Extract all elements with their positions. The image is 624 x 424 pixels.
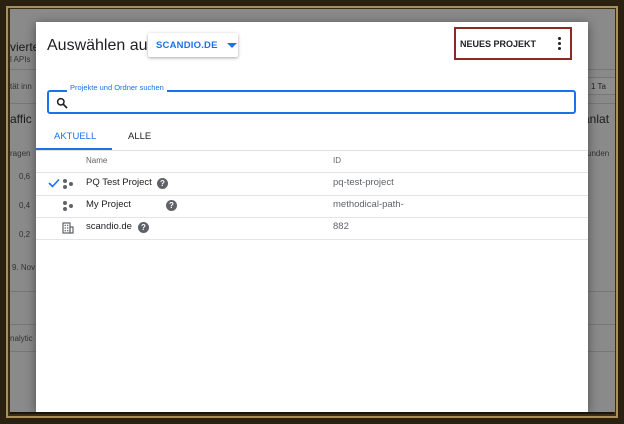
table-row[interactable]: scandio.de ? 882 <box>36 217 588 239</box>
project-picker-dialog: Auswählen aus SCANDIO.DE NEUES PROJEKT P… <box>36 22 588 412</box>
bg-chart-sub: ragen <box>10 149 31 158</box>
bg-row-label: tät inn <box>10 82 32 91</box>
tab-bar: AKTUELL ALLE <box>36 124 588 151</box>
new-project-label: NEUES PROJEKT <box>460 38 537 49</box>
column-header-id: ID <box>333 156 341 165</box>
project-name[interactable]: My Project <box>86 199 131 210</box>
active-tab-indicator <box>36 148 112 150</box>
more-vert-icon[interactable] <box>558 37 562 51</box>
caret-down-icon <box>226 42 237 48</box>
search-label: Projekte und Ordner suchen <box>67 83 167 92</box>
bg-chart-heading: affic <box>10 112 32 126</box>
tab-aktuell[interactable]: AKTUELL <box>54 131 96 142</box>
bg-y-tick: 0,6 <box>19 172 31 181</box>
project-icon <box>63 201 73 211</box>
table-row[interactable]: My Project ? methodical-path- <box>36 195 588 217</box>
new-project-button[interactable]: NEUES PROJEKT <box>454 27 572 60</box>
org-selector-label: SCANDIO.DE <box>156 39 218 51</box>
bg-right-sub: unden <box>587 149 610 158</box>
search-field[interactable]: Projekte und Ordner suchen <box>47 83 576 114</box>
tab-alle[interactable]: ALLE <box>128 131 151 142</box>
screen: vierte l APIs tät inn 1 Ta affic ragen 0… <box>10 9 615 412</box>
bg-y-tick: 0,2 <box>19 230 31 239</box>
org-selector-button[interactable]: SCANDIO.DE <box>148 33 238 57</box>
bg-heading: vierte <box>10 40 40 54</box>
help-icon[interactable]: ? <box>138 222 149 233</box>
project-id: methodical-path- <box>333 199 404 210</box>
bg-range-box: 1 Ta <box>585 77 615 95</box>
check-icon <box>48 178 60 188</box>
help-icon[interactable]: ? <box>157 178 168 189</box>
search-input[interactable] <box>73 94 572 112</box>
table-row[interactable]: PQ Test Project ? pq-test-project <box>36 173 588 195</box>
organization-id: 882 <box>333 221 349 232</box>
bg-y-tick: 0,4 <box>19 201 31 210</box>
bg-footer-label: nalytic <box>10 334 33 343</box>
search-icon <box>56 97 68 109</box>
organization-name[interactable]: scandio.de <box>86 221 132 232</box>
project-icon <box>63 179 73 189</box>
bg-date-label: 9. Nov <box>12 263 36 272</box>
dialog-title: Auswählen aus <box>47 37 156 54</box>
project-id: pq-test-project <box>333 177 394 188</box>
row-divider <box>36 239 588 240</box>
column-header-name[interactable]: Name <box>86 156 107 165</box>
project-name[interactable]: PQ Test Project <box>86 177 152 188</box>
organization-icon <box>62 222 74 234</box>
bg-subheading: l APIs <box>10 55 31 64</box>
help-icon[interactable]: ? <box>166 200 177 211</box>
